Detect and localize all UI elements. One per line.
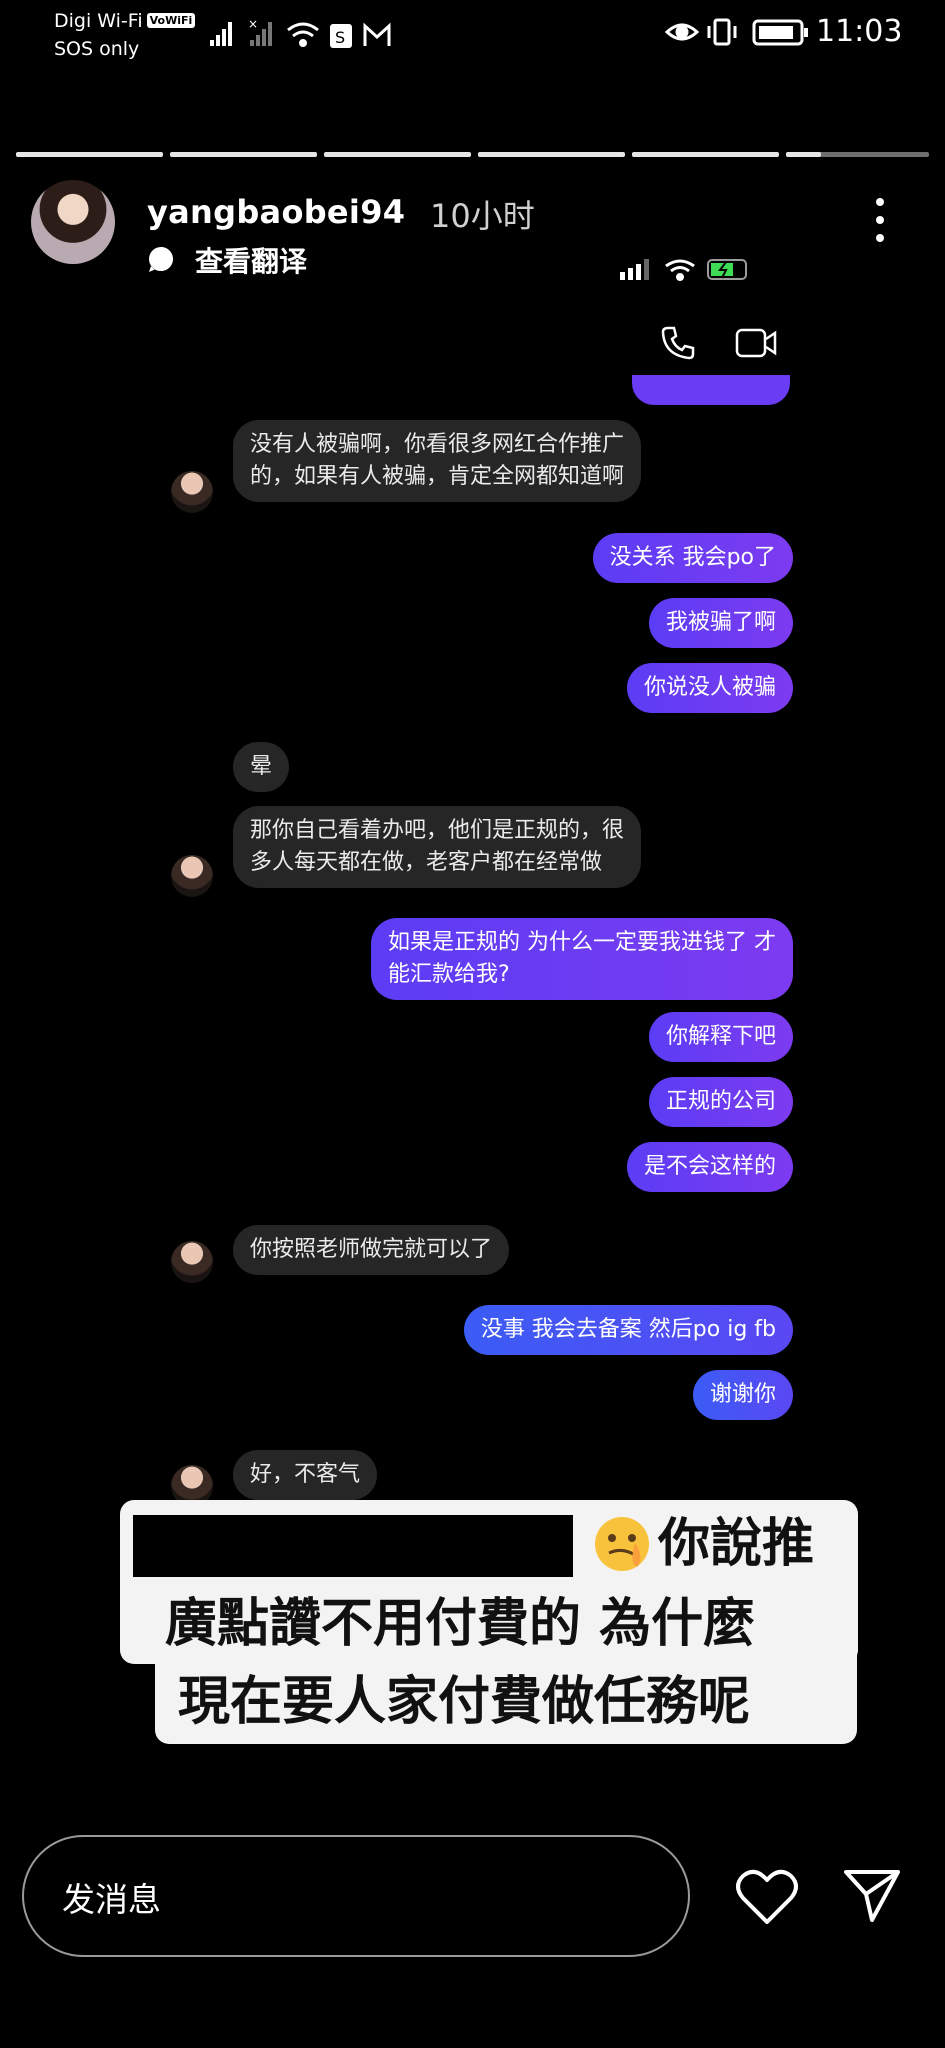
progress-segment-current <box>786 152 929 157</box>
battery-icon <box>752 19 808 46</box>
message-input-placeholder: 发消息 <box>62 1880 161 1919</box>
message-outgoing: 你说没人被骗 <box>626 663 793 713</box>
vowifi-badge: VoWiFi <box>146 13 196 28</box>
message-outgoing: 没关系 我会po了 <box>592 533 793 583</box>
message-incoming: 那你自己看着办吧，他们是正规的，很 多人每天都在做，老客户都在经常做 <box>233 806 642 888</box>
clock: 11:03 <box>816 14 903 49</box>
emoji-icon <box>595 1517 649 1571</box>
redaction-bar <box>133 1515 573 1577</box>
message-outgoing: 谢谢你 <box>692 1370 793 1420</box>
username[interactable]: yangbaobei94 <box>147 193 405 231</box>
caption-line-3: 現在要人家付費做任務呢 <box>178 1672 751 1732</box>
phone-icon[interactable] <box>660 325 696 361</box>
carrier-label: Digi Wi-Fi VoWiFi <box>54 8 196 34</box>
contact-avatar <box>171 855 213 897</box>
message-incoming: 没有人被骗啊，你看很多网红合作推广 的，如果有人被骗，肯定全网都知道啊 <box>233 420 642 502</box>
eye-icon <box>664 23 700 41</box>
more-icon[interactable] <box>876 198 888 242</box>
gmail-icon <box>363 22 391 46</box>
progress-segment <box>478 152 625 157</box>
sos-label: SOS only <box>54 38 140 60</box>
message-outgoing: 我被骗了啊 <box>648 598 793 648</box>
message-outgoing: 没事 我会去备案 然后po ig fb <box>463 1305 793 1355</box>
progress-segment <box>632 152 779 157</box>
message-incoming: 好，不客气 <box>233 1450 378 1500</box>
status-icons-left: × S <box>210 17 391 48</box>
svg-text:S: S <box>335 28 345 47</box>
message-outgoing: 正规的公司 <box>648 1077 793 1127</box>
signal-icon <box>210 22 232 46</box>
video-icon[interactable] <box>735 327 777 359</box>
message-outgoing: 如果是正规的 为什么一定要我进钱了 才 能汇款给我? <box>371 918 793 1000</box>
previous-message-bubble <box>632 375 790 405</box>
progress-segment <box>324 152 471 157</box>
caption-line-2: 廣點讚不用付費的 為什麼 <box>165 1594 756 1654</box>
caption-line-1: 你說推 <box>658 1514 815 1574</box>
avatar[interactable] <box>31 180 115 264</box>
message-outgoing: 你解释下吧 <box>648 1012 793 1062</box>
message-incoming: 你按照老师做完就可以了 <box>233 1225 510 1275</box>
message-outgoing: 是不会这样的 <box>626 1142 793 1192</box>
send-icon[interactable] <box>842 1866 902 1926</box>
contact-avatar <box>171 1241 213 1283</box>
story-time: 10小时 <box>430 197 535 235</box>
translate-icon[interactable] <box>146 244 176 274</box>
heart-icon[interactable] <box>735 1868 799 1926</box>
progress-segment <box>16 152 163 157</box>
svg-text:×: × <box>248 17 258 31</box>
inner-status-icons <box>620 259 747 281</box>
translate-link[interactable]: 查看翻译 <box>195 240 307 280</box>
message-incoming: 晕 <box>233 742 290 792</box>
shopee-icon: S <box>330 24 352 48</box>
progress-segment <box>170 152 317 157</box>
signal-icon-2: × <box>248 17 272 46</box>
status-icons-right <box>664 18 808 46</box>
contact-avatar <box>171 471 213 513</box>
wifi-icon <box>287 22 319 47</box>
vibrate-icon <box>707 18 737 46</box>
